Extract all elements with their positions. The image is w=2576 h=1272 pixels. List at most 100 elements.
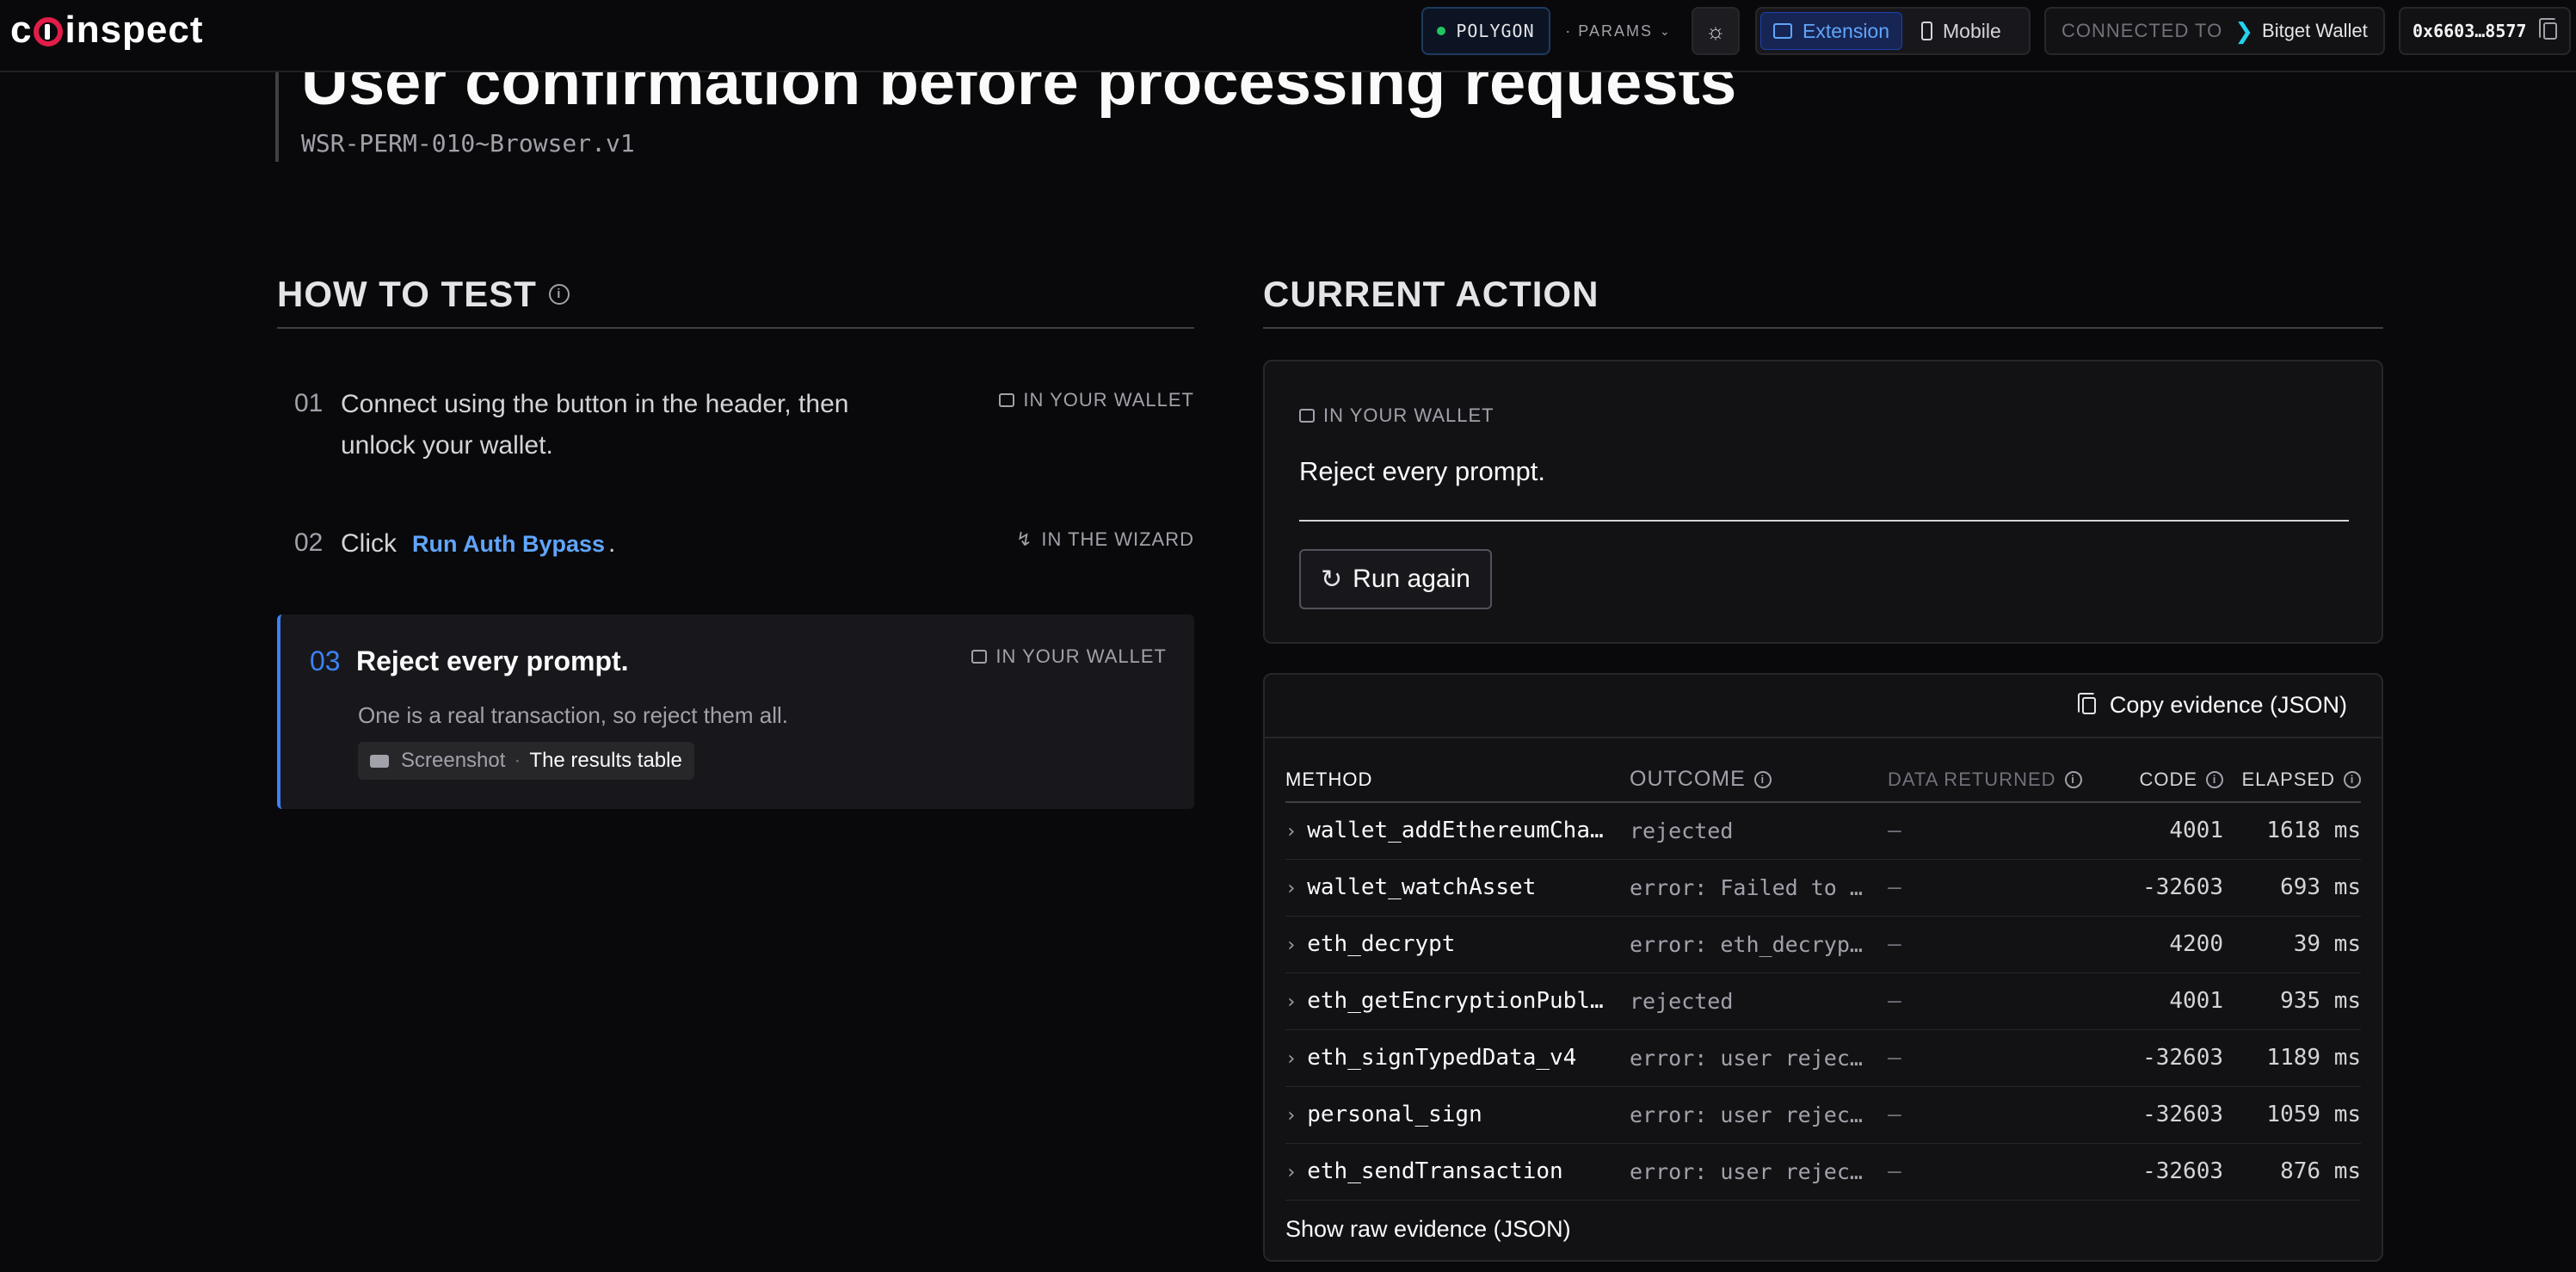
evidence-kind: Screenshot	[401, 749, 506, 772]
table-row[interactable]: › eth_sendTransaction error: user rejecte…	[1285, 1143, 2361, 1201]
table-row[interactable]: › eth_signTypedData_v4 error: user reject…	[1285, 1029, 2361, 1087]
results-card: Copy evidence (JSON) METHOD OUTCOME DATA…	[1263, 673, 2383, 1262]
current-action-card: IN YOUR WALLET Reject every prompt. ↻ Ru…	[1263, 360, 2383, 644]
outcome-cell: error: user rejected	[1630, 1086, 1888, 1144]
top-header: c inspect POLYGON · PARAMS ⌄ ☼ Extension …	[0, 0, 2576, 72]
data-cell: —	[1888, 916, 2111, 973]
copy-icon	[2077, 692, 2096, 714]
step-title: Reject every prompt.	[356, 645, 629, 676]
copy-evidence-button[interactable]: Copy evidence (JSON)	[2077, 692, 2347, 719]
bitget-logo-icon: ❯	[2234, 17, 2254, 44]
data-cell: —	[1888, 1029, 2111, 1087]
elapsed-cell: 693 ms	[2232, 859, 2361, 917]
step-text: Connect using the button in the header, …	[341, 390, 849, 460]
chevron-right-icon[interactable]: ›	[1285, 1162, 1297, 1183]
table-row[interactable]: ›wallet_watchAsset error: Failed to add …	[1285, 859, 2361, 917]
outcome-cell: error: user rejected	[1630, 1029, 1888, 1087]
wallet-icon	[1299, 409, 1315, 423]
evidence-separator: ·	[514, 749, 521, 772]
step-number: 02	[294, 528, 324, 557]
table-row[interactable]: › personal_sign error: user rejected — -3…	[1285, 1086, 2361, 1144]
lightning-icon: ↯	[1015, 528, 1033, 550]
data-cell: —	[1888, 802, 2111, 860]
step-number: 01	[294, 389, 324, 417]
device-option-label: Extension	[1803, 19, 1890, 42]
test-id: WSR-PERM-010~Browser.v1	[301, 129, 635, 157]
step-02: 02 Click Run Auth Bypass. ↯ IN THE WIZARD	[277, 523, 1194, 566]
chevron-right-icon[interactable]: ›	[1285, 1105, 1297, 1127]
table-row[interactable]: ›eth_decrypt error: eth_decrypt not supp…	[1285, 916, 2361, 973]
chevron-down-icon: ⌄	[1659, 23, 1672, 38]
column-header-outcome[interactable]: OUTCOME	[1630, 757, 1888, 803]
evidence-target: The results table	[529, 749, 682, 772]
monitor-icon	[1773, 23, 1792, 39]
run-again-button[interactable]: ↻ Run again	[1299, 549, 1492, 609]
info-icon[interactable]	[1753, 771, 1772, 788]
data-cell: —	[1888, 859, 2111, 917]
table-row[interactable]: ›eth_getEncryptionPublicKey rejected — 4…	[1285, 973, 2361, 1030]
account-address[interactable]: 0x6603…8577	[2399, 7, 2571, 55]
code-cell: -32603	[2111, 1086, 2232, 1144]
show-raw-evidence-link[interactable]: Show raw evidence (JSON)	[1285, 1216, 1571, 1243]
method-cell: › wallet_addEthereumChain	[1285, 802, 1630, 860]
network-status-dot	[1437, 27, 1446, 35]
table-header-row: METHOD OUTCOME DATA RETURNED CODE ELAPSE…	[1285, 757, 2361, 803]
elapsed-cell: 1189 ms	[2232, 1029, 2361, 1087]
wallet-icon	[971, 650, 988, 664]
step-03-active: 03 Reject every prompt. IN YOUR WALLET O…	[277, 614, 1194, 809]
chevron-right-icon[interactable]: ›	[1285, 991, 1297, 1013]
action-divider	[1299, 520, 2349, 522]
method-cell: › eth_sendTransaction	[1285, 1143, 1630, 1201]
chevron-right-icon[interactable]: ›	[1285, 878, 1297, 899]
info-icon[interactable]	[2344, 770, 2361, 788]
table-row[interactable]: › wallet_addEthereumChain rejected — 4001…	[1285, 802, 2361, 860]
sun-icon: ☼	[1705, 17, 1726, 44]
code-cell: -32603	[2111, 1143, 2232, 1201]
action-instruction: Reject every prompt.	[1299, 456, 1545, 486]
method-cell: › eth_decrypt	[1285, 916, 1630, 973]
code-cell: -32603	[2111, 1029, 2232, 1087]
step-location-tag: IN YOUR WALLET	[971, 645, 1167, 668]
method-cell: › wallet_watchAsset	[1285, 859, 1630, 917]
current-action-heading: CURRENT ACTION	[1263, 274, 2383, 329]
method-cell: ›eth_getEncryptionPublicKey	[1285, 973, 1630, 1030]
info-icon[interactable]	[2064, 770, 2082, 788]
outcome-cell: error: eth_decrypt not supported	[1630, 916, 1888, 973]
chevron-right-icon[interactable]: ›	[1285, 935, 1297, 956]
logo-ring-icon	[34, 17, 64, 46]
how-to-test-heading: HOW TO TEST	[277, 274, 1194, 329]
method-cell: › personal_sign	[1285, 1086, 1630, 1144]
step-location-tag: ↯ IN THE WIZARD	[1015, 528, 1194, 550]
method-cell: › eth_signTypedData_v4	[1285, 1029, 1630, 1087]
run-auth-bypass-link[interactable]: Run Auth Bypass	[412, 531, 605, 557]
device-option-extension[interactable]: Extension	[1760, 12, 1903, 50]
phone-icon	[1921, 22, 1933, 40]
wallet-icon	[999, 393, 1015, 407]
chevron-right-icon[interactable]: ›	[1285, 821, 1297, 843]
step-number: 03	[310, 645, 341, 676]
elapsed-cell: 876 ms	[2232, 1143, 2361, 1201]
column-header-method[interactable]: METHOD	[1285, 757, 1630, 803]
params-dropdown[interactable]: · PARAMS ⌄	[1562, 7, 1674, 55]
elapsed-cell: 935 ms	[2232, 973, 2361, 1030]
wallet-connection-status[interactable]: CONNECTED TO ❯ Bitget Wallet	[2044, 7, 2385, 55]
code-cell: -32603	[2111, 859, 2232, 917]
camera-icon	[370, 754, 389, 768]
data-cell: —	[1888, 1086, 2111, 1144]
card-divider	[1265, 737, 2382, 738]
chevron-right-icon[interactable]: ›	[1285, 1048, 1297, 1070]
device-option-mobile[interactable]: Mobile	[1909, 12, 2013, 50]
title-accent-bar	[275, 60, 279, 162]
refresh-icon: ↻	[1321, 565, 1343, 594]
info-icon[interactable]	[2206, 770, 2223, 788]
theme-toggle-button[interactable]: ☼	[1692, 7, 1740, 55]
column-header-data-returned[interactable]: DATA RETURNED	[1888, 757, 2111, 803]
coinspect-logo[interactable]: c inspect	[10, 9, 204, 52]
network-selector[interactable]: POLYGON	[1421, 7, 1550, 55]
column-header-elapsed[interactable]: ELAPSED	[2232, 757, 2361, 803]
copy-address-icon[interactable]	[2539, 18, 2557, 40]
elapsed-cell: 1618 ms	[2232, 802, 2361, 860]
column-header-code[interactable]: CODE	[2111, 757, 2232, 803]
info-icon[interactable]	[548, 284, 570, 305]
code-cell: 4001	[2111, 802, 2232, 860]
